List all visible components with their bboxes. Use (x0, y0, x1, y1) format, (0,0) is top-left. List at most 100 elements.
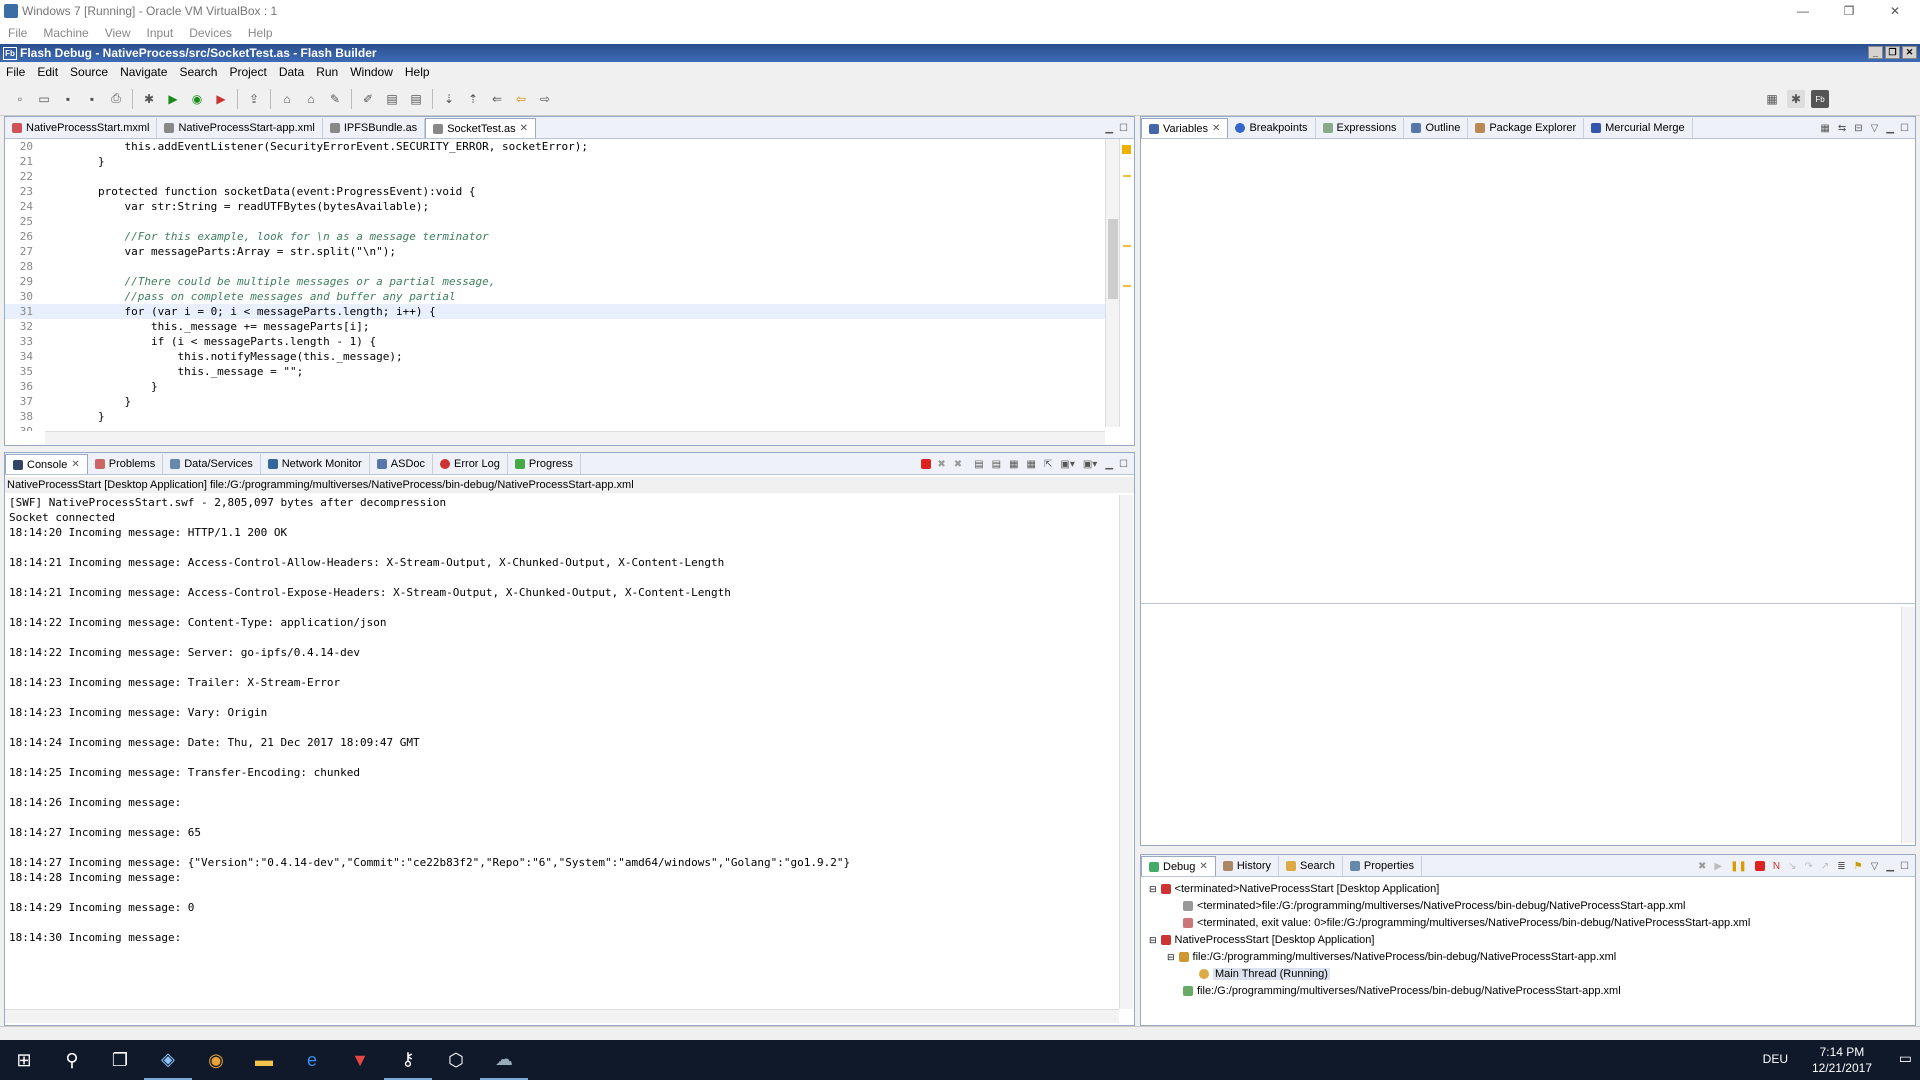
maximize-icon[interactable]: ☐ (1119, 123, 1128, 134)
notifications-icon[interactable]: ▭ (1899, 1050, 1912, 1067)
tab-data-services[interactable]: Data/Services (163, 454, 261, 474)
tab-console[interactable]: Console ✕ (5, 454, 88, 474)
drop-to-frame-icon[interactable]: ≣ (1837, 861, 1845, 872)
console-vscrollbar[interactable] (1119, 495, 1133, 1009)
tree-item-exit-value[interactable]: <terminated, exit value: 0>file:/G:/prog… (1183, 917, 1750, 929)
search-tool-icon[interactable]: ✎ (326, 90, 344, 108)
forward-icon[interactable]: ⇨ (536, 90, 554, 108)
code-line[interactable]: 20 this.addEventListener(SecurityErrorEv… (5, 139, 1109, 154)
clear-console-icon[interactable]: ▤ (974, 459, 983, 470)
maximize-icon[interactable]: ☐ (1119, 459, 1128, 470)
code-line[interactable]: 27 var messageParts:Array = str.split("\… (5, 244, 1109, 259)
tab-breakpoints[interactable]: Breakpoints (1228, 118, 1316, 138)
view-menu-icon[interactable]: ▽ (1871, 861, 1879, 872)
run-icon[interactable]: ▶ (164, 90, 182, 108)
tab-expressions[interactable]: Expressions (1316, 118, 1405, 138)
perspective-flash-icon[interactable]: Fb (1811, 90, 1829, 108)
back-icon[interactable]: ⇦ (512, 90, 530, 108)
tree-item-process-terminated[interactable]: <terminated>file:/G:/programming/multive… (1183, 900, 1685, 912)
code-line[interactable]: 23 protected function socketData(event:P… (5, 184, 1109, 199)
code-line[interactable]: 33 if (i < messageParts.length - 1) { (5, 334, 1109, 349)
show-stdout-icon[interactable]: ▦ (1009, 459, 1018, 470)
code-line[interactable]: 31 for (var i = 0; i < messageParts.leng… (5, 304, 1109, 319)
vbox-menu-file[interactable]: File (8, 26, 27, 40)
code-line[interactable]: 32 this._message += messageParts[i]; (5, 319, 1109, 334)
tab-app-xml[interactable]: NativeProcessStart-app.xml (157, 118, 323, 138)
chrome-icon[interactable]: ◉ (192, 1040, 240, 1080)
close-tab-icon[interactable]: ✕ (71, 459, 79, 470)
close-tab-icon[interactable]: ✕ (520, 123, 528, 134)
tab-progress[interactable]: Progress (508, 454, 581, 474)
step-return-icon[interactable]: ↗ (1821, 861, 1829, 872)
view-menu-icon[interactable]: ▽ (1871, 123, 1879, 134)
box-icon[interactable]: ⬡ (432, 1040, 480, 1080)
perspective-debug-icon[interactable]: ✱ (1787, 90, 1805, 108)
maximize-icon[interactable]: ☐ (1900, 861, 1909, 872)
print-icon[interactable]: ⎙ (107, 90, 125, 108)
tab-search[interactable]: Search (1279, 856, 1343, 876)
search-icon[interactable]: ⚲ (48, 1040, 96, 1080)
pin-console-icon[interactable]: ⇱ (1044, 459, 1052, 470)
remove-all-icon[interactable]: ✖ (954, 459, 962, 470)
tab-properties[interactable]: Properties (1343, 856, 1423, 876)
debug-icon[interactable]: ✱ (140, 90, 158, 108)
new-icon[interactable]: ▫ (11, 90, 29, 108)
tab-variables[interactable]: Variables ✕ (1141, 118, 1229, 138)
profile-icon[interactable]: ◉ (188, 90, 206, 108)
vbox-menu-machine[interactable]: Machine (43, 26, 88, 40)
minimize-icon[interactable]: ▁ (1886, 123, 1894, 134)
minimize-icon[interactable]: ▁ (1105, 123, 1113, 134)
tree-item-process[interactable]: ⊟ file:/G:/programming/multiverses/Native… (1167, 951, 1616, 963)
tab-sockettest-as[interactable]: SocketTest.as ✕ (425, 118, 537, 138)
code-line[interactable]: 35 this._message = ""; (5, 364, 1109, 379)
next-annotation-icon[interactable]: ⇣ (440, 90, 458, 108)
vbox-menu-help[interactable]: Help (248, 26, 273, 40)
collapse-all-icon[interactable]: ⊟ (1854, 123, 1862, 134)
step-into-icon[interactable]: ↘ (1788, 861, 1796, 872)
tree-item-process-2[interactable]: file:/G:/programming/multiverses/NativeP… (1183, 985, 1621, 997)
open-type-icon[interactable]: ⌂ (278, 90, 296, 108)
details-vscrollbar[interactable] (1901, 607, 1915, 843)
external-tools-icon[interactable]: ▶ (212, 90, 230, 108)
console-output[interactable]: [SWF] NativeProcessStart.swf - 2,805,097… (9, 495, 1109, 1005)
tab-asdoc[interactable]: ASDoc (370, 454, 434, 474)
fb-close-button[interactable]: ✕ (1902, 46, 1917, 59)
clock[interactable]: 7:14 PM 12/21/2017 (1812, 1044, 1872, 1076)
close-button[interactable]: ✕ (1872, 0, 1918, 22)
code-line[interactable]: 30 //pass on complete messages and buffe… (5, 289, 1109, 304)
remove-terminated-icon[interactable]: ✖ (1698, 861, 1706, 872)
tree-item-launch-terminated[interactable]: ⊟ <terminated>NativeProcessStart [Desktop… (1149, 883, 1439, 895)
save-all-icon[interactable]: ▪ (83, 90, 101, 108)
remove-launch-icon[interactable]: ✖ (937, 459, 945, 470)
menu-project[interactable]: Project (229, 65, 266, 79)
explorer-icon[interactable]: ▬ (240, 1040, 288, 1080)
fb-restore-button[interactable]: ❐ (1885, 46, 1900, 59)
tree-item-launch[interactable]: ⊟ NativeProcessStart [Desktop Application… (1149, 934, 1374, 946)
resume-icon[interactable]: ▶ (1714, 861, 1722, 872)
prev-annotation-icon[interactable]: ⇡ (464, 90, 482, 108)
tab-package-explorer[interactable]: Package Explorer (1468, 118, 1585, 138)
tab-history[interactable]: History (1216, 856, 1280, 876)
maximize-icon[interactable]: ☐ (1900, 123, 1909, 134)
menu-run[interactable]: Run (316, 65, 338, 79)
minimize-icon[interactable]: ▁ (1886, 861, 1894, 872)
code-line[interactable]: 28 (5, 259, 1109, 274)
code-line[interactable]: 26 //For this example, look for \n as a … (5, 229, 1109, 244)
perspective-open-icon[interactable]: ▦ (1763, 90, 1781, 108)
code-line[interactable]: 34 this.notifyMessage(this._message); (5, 349, 1109, 364)
tab-outline[interactable]: Outline (1404, 118, 1469, 138)
steam-icon[interactable]: ☁ (480, 1040, 528, 1080)
new-package-icon[interactable]: ▭ (35, 90, 53, 108)
scroll-lock-icon[interactable]: ▤ (992, 459, 1001, 470)
minimize-icon[interactable]: ▁ (1105, 459, 1113, 470)
show-logical-icon[interactable]: ⇆ (1838, 123, 1846, 134)
disconnect-icon[interactable]: N (1773, 861, 1780, 872)
export-icon[interactable]: ⇪ (245, 90, 263, 108)
code-line[interactable]: 25 (5, 214, 1109, 229)
terminate-icon[interactable] (1754, 861, 1765, 871)
tab-nativeprocessstart-mxml[interactable]: NativeProcessStart.mxml (5, 118, 158, 138)
code-line[interactable]: 21 } (5, 154, 1109, 169)
edge-icon[interactable]: e (288, 1040, 336, 1080)
last-edit-icon[interactable]: ⇐ (488, 90, 506, 108)
open-console-icon[interactable]: ▣▾ (1083, 459, 1097, 470)
